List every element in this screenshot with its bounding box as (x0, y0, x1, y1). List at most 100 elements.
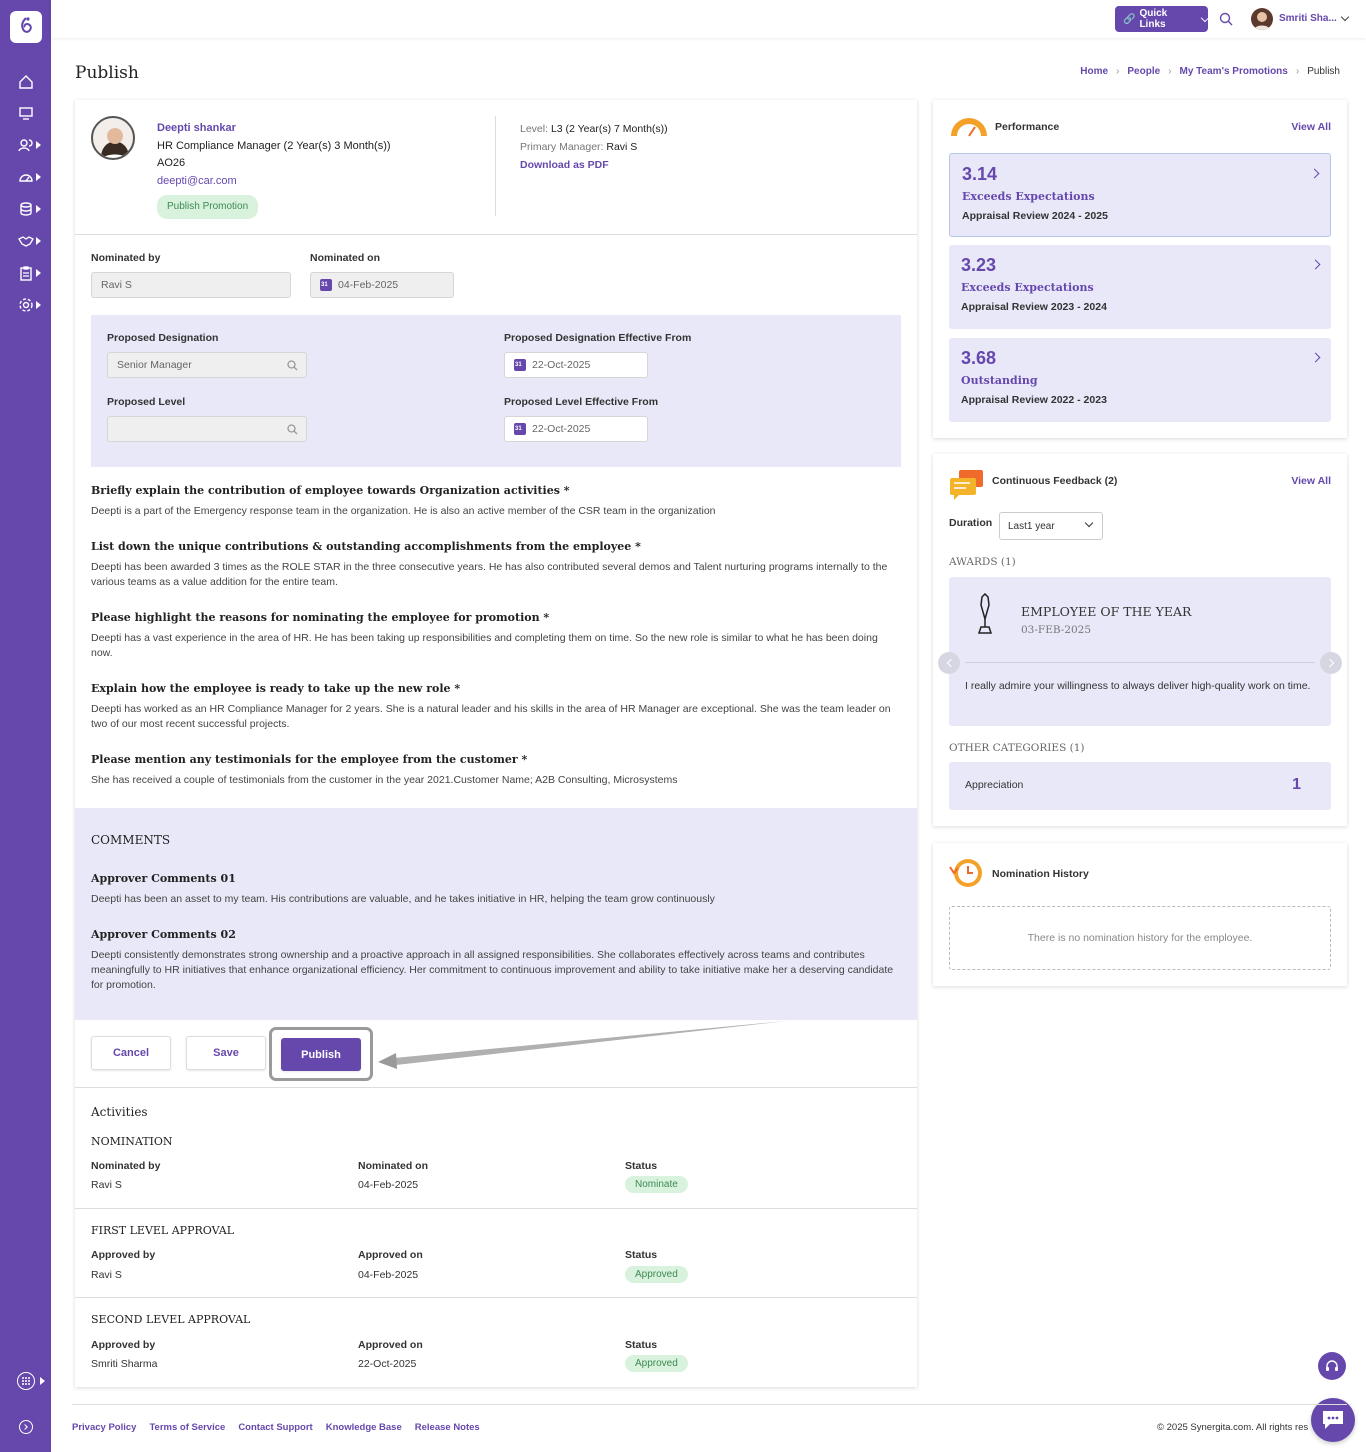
designation-effective-date-value: 22-Oct-2025 (532, 359, 591, 371)
performance-title: Performance (995, 121, 1060, 133)
settings-gear-icon[interactable] (17, 296, 35, 314)
save-button[interactable]: Save (186, 1036, 266, 1070)
database-icon[interactable] (17, 200, 35, 218)
proposed-designation-label: Proposed Designation (107, 332, 219, 344)
footer-links: Privacy Policy Terms of Service Contact … (72, 1422, 480, 1433)
answer-4: Deepti has worked as an HR Compliance Ma… (91, 703, 891, 730)
approver-comment-1-text: Deepti has been an asset to my team. His… (91, 893, 715, 905)
clipboard-icon[interactable] (17, 264, 35, 282)
performance-gauge-icon (949, 114, 989, 141)
breadcrumb-home[interactable]: Home (1080, 66, 1108, 77)
clock-history-icon (949, 857, 985, 892)
breadcrumb-people[interactable]: People (1127, 66, 1160, 77)
approver-comment-2-title: Approver Comments 02 (91, 928, 236, 941)
search-icon (287, 424, 298, 438)
level-effective-date-field[interactable]: 22-Oct-2025 (504, 416, 648, 442)
proposed-designation-field[interactable]: Senior Manager (107, 352, 307, 378)
status-badge: Approved (625, 1266, 688, 1283)
activity-value: 04-Feb-2025 (358, 1179, 419, 1191)
category-count: 1 (1292, 776, 1301, 793)
privacy-policy-link[interactable]: Privacy Policy (72, 1422, 136, 1433)
approver-comment-1-title: Approver Comments 01 (91, 872, 236, 885)
employee-email[interactable]: deepti@car.com (157, 173, 391, 191)
performance-item[interactable]: 3.23 Exceeds Expectations Appraisal Revi… (949, 245, 1331, 329)
activity-label: Approved by (91, 1339, 156, 1351)
performance-rating: Exceeds Expectations (961, 281, 1094, 294)
carousel-next-button[interactable] (1320, 652, 1342, 674)
caret-icon (36, 237, 41, 245)
download-pdf-link[interactable]: Download as PDF (520, 156, 668, 174)
expand-sidebar-icon[interactable] (19, 1420, 33, 1434)
performance-item[interactable]: 3.14 Exceeds Expectations Appraisal Revi… (949, 153, 1331, 237)
answer-5: She has received a couple of testimonial… (91, 774, 678, 786)
level-label: Level: (520, 123, 549, 135)
performance-item[interactable]: 3.68 Outstanding Appraisal Review 2022 -… (949, 338, 1331, 422)
status-badge: Nominate (625, 1176, 688, 1193)
breadcrumb-team-promotions[interactable]: My Team's Promotions (1180, 66, 1288, 77)
activity-label: Nominated on (358, 1160, 428, 1172)
carousel-prev-button[interactable] (938, 652, 960, 674)
user-name[interactable]: Smriti Sha... (1279, 13, 1337, 24)
footer-divider (72, 1404, 1347, 1405)
proposed-level-field[interactable] (107, 416, 307, 442)
nomination-history-title: Nomination History (992, 868, 1089, 880)
home-icon[interactable] (17, 73, 35, 91)
employee-role: HR Compliance Manager (2 Year(s) 3 Month… (157, 139, 391, 152)
divider (965, 662, 1315, 663)
proposed-designation-value: Senior Manager (117, 359, 192, 371)
proposed-level-label: Proposed Level (107, 396, 186, 408)
dashboard-gauge-icon[interactable] (17, 168, 35, 186)
duration-value: Last1 year (1008, 521, 1055, 532)
headset-support-button[interactable] (1318, 1352, 1346, 1380)
activity-label: Status (625, 1160, 658, 1172)
release-notes-link[interactable]: Release Notes (415, 1422, 480, 1433)
activity-label: Approved by (91, 1249, 156, 1261)
chevron-right-icon (1310, 259, 1321, 270)
other-categories-title: OTHER CATEGORIES (1) (949, 742, 1085, 754)
chat-bubble-icon (1323, 1411, 1343, 1429)
calendar-icon (514, 359, 526, 371)
performance-view-all-link[interactable]: View All (1291, 121, 1331, 133)
answer-1: Deepti is a part of the Emergency respon… (91, 505, 716, 517)
user-avatar[interactable] (1251, 8, 1273, 30)
question-3: Please highlight the reasons for nominat… (91, 611, 550, 624)
employee-avatar (91, 116, 135, 160)
category-row[interactable]: Appreciation 1 (949, 762, 1331, 810)
activity-value: Ravi S (91, 1269, 122, 1281)
activity-value: Smriti Sharma (91, 1358, 158, 1370)
activity-first-approval-title: FIRST LEVEL APPROVAL (91, 1224, 235, 1237)
search-icon[interactable] (1219, 12, 1233, 29)
calendar-icon (514, 423, 526, 435)
breadcrumb: Home › People › My Team's Promotions › Publ… (1080, 66, 1340, 77)
question-4: Explain how the employee is ready to tak… (91, 682, 461, 695)
designation-effective-date-field[interactable]: 22-Oct-2025 (504, 352, 648, 378)
caret-icon (36, 301, 41, 309)
duration-select[interactable]: Last1 year (999, 512, 1103, 540)
nominated-on-value: 04-Feb-2025 (338, 279, 399, 291)
handshake-icon[interactable] (17, 232, 35, 250)
performance-review: Appraisal Review 2023 - 2024 (961, 301, 1107, 313)
trophy-icon (973, 592, 997, 640)
nominated-on-field: 04-Feb-2025 (310, 272, 454, 298)
pointer-arrow-icon (378, 1021, 786, 1069)
quick-links-button[interactable]: 🔗 Quick Links (1115, 6, 1210, 32)
app-logo[interactable] (10, 11, 42, 43)
feedback-view-all-link[interactable]: View All (1291, 475, 1331, 487)
monitor-icon[interactable] (17, 104, 35, 122)
knowledge-base-link[interactable]: Knowledge Base (326, 1422, 402, 1433)
feedback-title: Continuous Feedback (2) (992, 475, 1118, 487)
apps-grid-icon[interactable] (17, 1372, 35, 1390)
people-icon[interactable] (17, 136, 35, 154)
terms-link[interactable]: Terms of Service (149, 1422, 225, 1433)
employee-name[interactable]: Deepti shankar (157, 120, 391, 138)
sidebar (0, 0, 51, 1452)
cancel-button[interactable]: Cancel (91, 1036, 171, 1070)
chevron-right-icon (1325, 658, 1334, 668)
performance-review: Appraisal Review 2024 - 2025 (962, 210, 1108, 222)
publish-button[interactable]: Publish (281, 1038, 361, 1071)
chevron-down-icon (1084, 518, 1094, 528)
divider (75, 1208, 917, 1209)
chevron-left-icon (946, 658, 955, 668)
contact-support-link[interactable]: Contact Support (238, 1422, 312, 1433)
performance-score: 3.23 (961, 255, 997, 275)
